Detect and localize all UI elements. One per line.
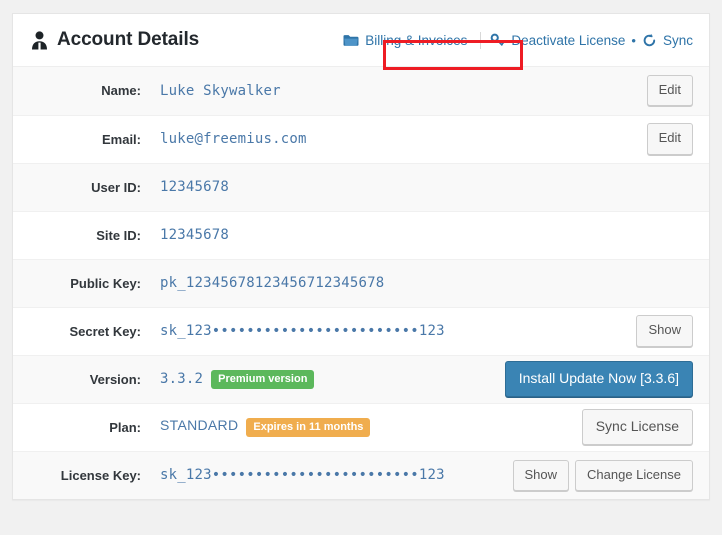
refresh-icon <box>642 33 657 48</box>
row-value-cell: 12345678 <box>153 163 493 211</box>
account-details-rows: Name: Luke Skywalker Edit Email: luke@freemi… <box>13 67 709 499</box>
row-actions: Edit <box>493 67 709 115</box>
row-value-cell: luke@freemius.com <box>153 115 493 163</box>
table-row: Plan: STANDARD Expires in 11 months Sync Li… <box>13 403 709 451</box>
row-value: Luke Skywalker <box>160 83 281 99</box>
key-icon <box>490 33 505 48</box>
row-actions: Show <box>493 307 709 355</box>
row-value-cell: Luke Skywalker <box>153 67 493 115</box>
header-divider <box>480 32 481 49</box>
user-icon <box>31 31 48 50</box>
sync-license-button[interactable]: Sync License <box>582 409 693 446</box>
edit-button[interactable]: Edit <box>647 123 693 154</box>
row-label: Public Key: <box>13 259 153 307</box>
row-value-cell: STANDARD Expires in 11 months <box>153 403 493 451</box>
row-value-cell: 3.3.2 Premium version <box>153 355 493 403</box>
status-badge: Expires in 11 months <box>246 418 370 437</box>
table-row: Secret Key: sk_123•••••••••••••••••••••••… <box>13 307 709 355</box>
row-value-cell: pk_12345678123456712345678 <box>153 259 493 307</box>
row-label: Secret Key: <box>13 307 153 355</box>
row-label: Email: <box>13 115 153 163</box>
row-actions: Edit <box>493 115 709 163</box>
account-details-card: Account Details Billing & Invoices <box>12 13 710 500</box>
row-value-cell: sk_123••••••••••••••••••••••••123 <box>153 451 493 499</box>
row-value: sk_123••••••••••••••••••••••••123 <box>160 467 445 483</box>
sync-link[interactable]: Sync <box>642 33 693 48</box>
table-row: Public Key: pk_12345678123456712345678 <box>13 259 709 307</box>
table-row: Version: 3.3.2 Premium version Install Upda… <box>13 355 709 403</box>
row-actions <box>493 163 709 211</box>
folder-icon <box>343 34 359 47</box>
row-label: License Key: <box>13 451 153 499</box>
table-row: Name: Luke Skywalker Edit <box>13 67 709 115</box>
sync-label: Sync <box>663 33 693 48</box>
row-label: Name: <box>13 67 153 115</box>
status-badge: Premium version <box>211 370 314 389</box>
deactivate-license-label: Deactivate License <box>511 33 625 48</box>
billing-invoices-label: Billing & Invoices <box>365 33 467 48</box>
row-value-cell: sk_123••••••••••••••••••••••••123 <box>153 307 493 355</box>
row-value-cell: 12345678 <box>153 211 493 259</box>
page-title: Account Details <box>31 29 199 51</box>
row-value: 3.3.2 <box>160 370 203 386</box>
table-row: Site ID: 12345678 <box>13 211 709 259</box>
row-label: Version: <box>13 355 153 403</box>
header-separator-dot: • <box>631 33 636 48</box>
row-value: 12345678 <box>160 179 229 195</box>
row-actions: Sync License <box>493 403 709 451</box>
row-value: pk_12345678123456712345678 <box>160 275 384 291</box>
row-actions <box>493 259 709 307</box>
row-value: 12345678 <box>160 227 229 243</box>
deactivate-license-link[interactable]: Deactivate License <box>490 33 625 48</box>
row-actions: ShowChange License <box>493 451 709 499</box>
table-row: User ID: 12345678 <box>13 163 709 211</box>
edit-button[interactable]: Edit <box>647 75 693 106</box>
table-row: Email: luke@freemius.com Edit <box>13 115 709 163</box>
account-details-table: Name: Luke Skywalker Edit Email: luke@freemi… <box>13 67 709 499</box>
row-value: luke@freemius.com <box>160 131 307 147</box>
page-title-text: Account Details <box>57 29 199 51</box>
row-actions <box>493 211 709 259</box>
table-row: License Key: sk_123••••••••••••••••••••••… <box>13 451 709 499</box>
billing-invoices-link[interactable]: Billing & Invoices <box>337 33 473 48</box>
row-label: User ID: <box>13 163 153 211</box>
row-actions: Install Update Now [3.3.6] <box>493 355 709 403</box>
row-value: STANDARD <box>160 417 238 433</box>
row-label: Site ID: <box>13 211 153 259</box>
card-header: Account Details Billing & Invoices <box>13 14 709 67</box>
show-button[interactable]: Show <box>636 315 693 346</box>
change-license-button[interactable]: Change License <box>575 460 693 491</box>
row-value: sk_123••••••••••••••••••••••••123 <box>160 323 445 339</box>
header-actions: Billing & Invoices Deactivate License <box>337 14 693 67</box>
install-update-now-3-3-6-button[interactable]: Install Update Now [3.3.6] <box>505 361 693 398</box>
row-label: Plan: <box>13 403 153 451</box>
show-button[interactable]: Show <box>513 460 570 491</box>
